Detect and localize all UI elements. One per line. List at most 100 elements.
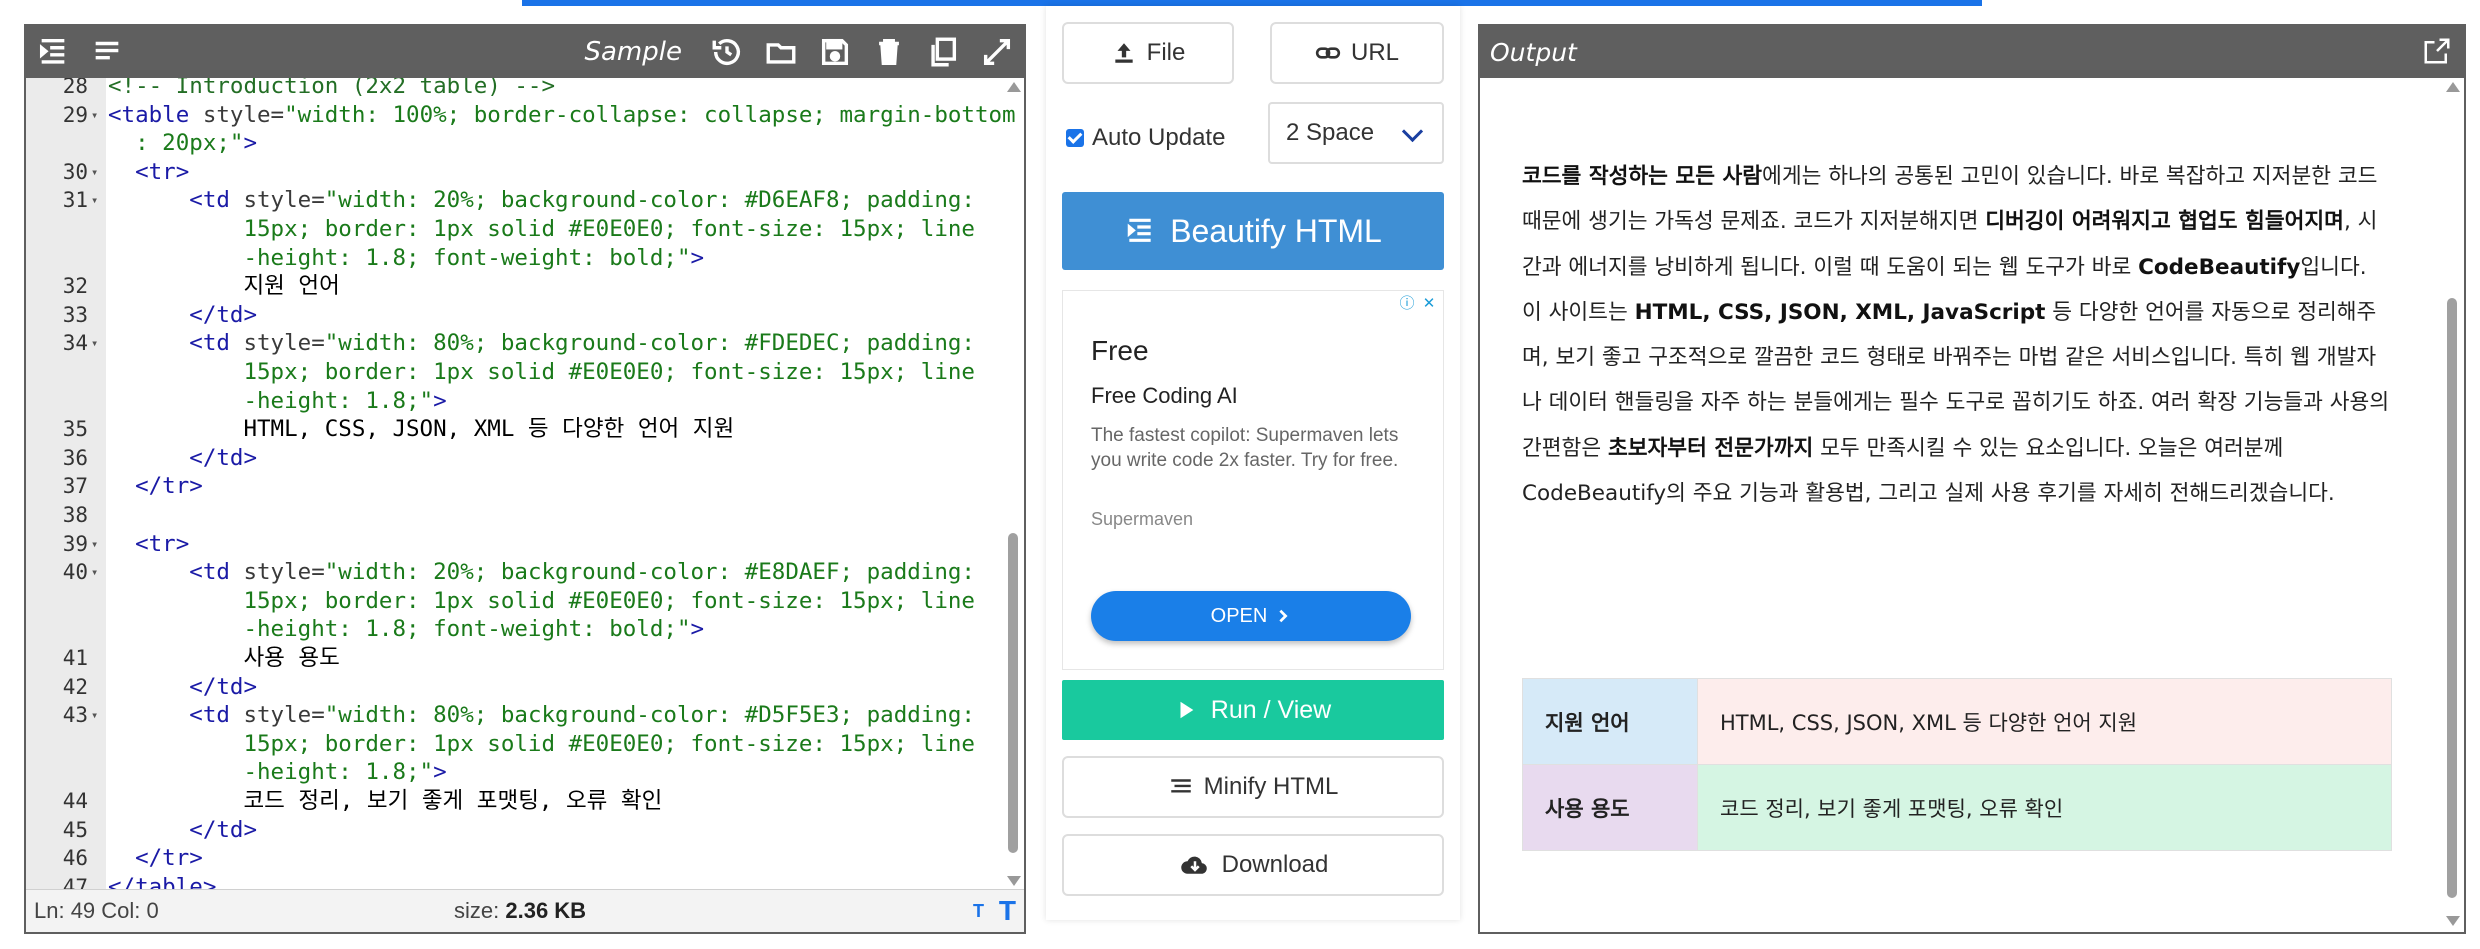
code-line[interactable]: 38 [26, 501, 1000, 530]
code-line[interactable]: 35 HTML, CSS, JSON, XML 등 다양한 언어 지원 [26, 415, 1000, 444]
scroll-up-arrow-icon[interactable] [1007, 82, 1021, 92]
upload-icon [1114, 43, 1133, 63]
code-line[interactable]: -height: 1.8;"> [26, 387, 1000, 416]
fullscreen-icon[interactable] [970, 26, 1024, 78]
code-line[interactable]: -height: 1.8;"> [26, 758, 1000, 787]
fold-arrow-icon[interactable]: ▾ [91, 558, 98, 587]
code-line[interactable]: 15px; border: 1px solid #E0E0E0; font-si… [26, 215, 1000, 244]
indent-icon[interactable] [26, 26, 80, 78]
fold-arrow-icon[interactable]: ▾ [91, 329, 98, 358]
code-line[interactable]: 15px; border: 1px solid #E0E0E0; font-si… [26, 358, 1000, 387]
code-line[interactable]: 29 ▾ <table style="width: 100%; border-col… [26, 101, 1016, 130]
code-editor-panel: Sample 28 <!-- Introduction (2x2 table) -… [24, 24, 1026, 934]
line-number: 35 [62, 417, 88, 442]
code-text: : 20px;"> [108, 130, 258, 157]
code-line[interactable]: 28 <!-- Introduction (2x2 table) --> [26, 78, 1000, 101]
code-line[interactable]: 46 </tr> [26, 844, 1000, 873]
code-text: <td style="width: 80%; background-color:… [108, 702, 975, 729]
code-line[interactable]: -height: 1.8; font-weight: bold;"> [26, 244, 1000, 273]
editor-status-bar: Ln: 49 Col: 0 size: 2.36 KB T T [26, 889, 1024, 932]
code-text: 지원 언어 [108, 273, 340, 300]
fold-arrow-icon[interactable]: ▾ [91, 530, 98, 559]
fold-arrow-icon[interactable]: ▾ [91, 158, 98, 187]
code-line[interactable]: 15px; border: 1px solid #E0E0E0; font-si… [26, 730, 1000, 759]
scroll-up-arrow-icon[interactable] [2446, 82, 2460, 92]
advertisement[interactable]: ⓘ ✕ Free Free Coding AI The fastest copi… [1062, 290, 1444, 670]
code-text: -height: 1.8; font-weight: bold;"> [108, 244, 705, 271]
code-line[interactable]: -height: 1.8; font-weight: bold;"> [26, 615, 1000, 644]
scroll-down-arrow-icon[interactable] [1007, 876, 1021, 886]
code-line[interactable]: : 20px;"> [26, 129, 1000, 158]
output-title: Output [1490, 37, 1577, 67]
code-line[interactable]: 42 </td> [26, 673, 1000, 702]
file-button[interactable]: File [1062, 22, 1234, 84]
line-number: 33 [62, 302, 88, 327]
output-scroll-thumb[interactable] [2447, 298, 2457, 898]
ad-open-button[interactable]: OPEN [1091, 591, 1411, 641]
code-line[interactable]: 15px; border: 1px solid #E0E0E0; font-si… [26, 587, 1000, 616]
output-table: 지원 언어 HTML, CSS, JSON, XML 등 다양한 언어 지원 사… [1522, 678, 2392, 851]
code-line[interactable]: 37 </tr> [26, 472, 1000, 501]
code-line[interactable]: 44 코드 정리, 보기 좋게 포맷팅, 오류 확인 [26, 787, 1000, 816]
output-panel: Output 코드를 작성하는 모든 사람에게는 하나의 공통된 고민이 있습니… [1478, 24, 2466, 934]
copy-icon[interactable] [916, 26, 970, 78]
ad-info-icon[interactable]: ⓘ [1397, 293, 1417, 313]
history-icon[interactable] [700, 26, 754, 78]
download-button[interactable]: Download [1062, 834, 1444, 896]
editor-scroll-thumb[interactable] [1008, 533, 1018, 853]
fold-arrow-icon[interactable]: ▾ [91, 101, 98, 130]
output-preview: 코드를 작성하는 모든 사람에게는 하나의 공통된 고민이 있습니다. 바로 복… [1480, 78, 2440, 932]
line-number: 31 [62, 188, 88, 213]
code-line[interactable]: 45 </td> [26, 816, 1000, 845]
code-text: 15px; border: 1px solid #E0E0E0; font-si… [108, 359, 975, 385]
auto-update-checkbox[interactable] [1066, 129, 1084, 147]
code-text: </table> [108, 873, 217, 890]
code-area[interactable]: 28 <!-- Introduction (2x2 table) --> 29 ▾ <t… [26, 78, 1024, 890]
trash-icon[interactable] [862, 26, 916, 78]
code-line[interactable]: 34 ▾ <td style="width: 80%; background-co… [26, 329, 1000, 358]
line-number: 37 [62, 474, 88, 499]
save-icon[interactable] [808, 26, 862, 78]
play-icon [1180, 701, 1194, 719]
beautify-html-button[interactable]: Beautify HTML [1062, 192, 1444, 270]
ad-title: Free [1091, 335, 1149, 366]
folder-open-icon[interactable] [754, 26, 808, 78]
output-scrollbar[interactable] [2440, 78, 2464, 932]
font-decrease-icon[interactable]: T [973, 901, 984, 922]
code-line[interactable]: 47 </table> [26, 873, 1000, 890]
table-row: 사용 용도 코드 정리, 보기 좋게 포맷팅, 오류 확인 [1522, 764, 2392, 851]
code-text: </td> [108, 673, 258, 700]
code-line[interactable]: 41 사용 용도 [26, 644, 1000, 673]
code-text: -height: 1.8;"> [108, 759, 447, 786]
editor-scrollbar[interactable] [1002, 78, 1024, 890]
line-number: 41 [62, 646, 88, 670]
menu-lines-icon[interactable] [80, 26, 134, 78]
open-external-icon[interactable] [2422, 36, 2452, 66]
auto-update-toggle[interactable]: Auto Update [1066, 124, 1225, 152]
code-line[interactable]: 43 ▾ <td style="width: 80%; background-co… [26, 701, 1000, 730]
code-line[interactable]: 30 ▾ <tr> [26, 158, 1000, 187]
url-button[interactable]: URL [1270, 22, 1444, 84]
indent-select[interactable]: 2 Space [1268, 102, 1444, 164]
code-line[interactable]: 40 ▾ <td style="width: 20%; background-co… [26, 558, 1000, 587]
ad-subtitle: Free Coding AI [1091, 383, 1238, 408]
line-number: 42 [62, 674, 88, 699]
output-header: Output [1480, 26, 2464, 78]
scroll-down-arrow-icon[interactable] [2446, 916, 2460, 926]
fold-arrow-icon[interactable]: ▾ [91, 186, 98, 215]
code-line[interactable]: 32 지원 언어 [26, 272, 1000, 301]
fold-arrow-icon[interactable]: ▾ [91, 701, 98, 730]
run-view-button[interactable]: Run / View [1062, 680, 1444, 740]
sample-button[interactable]: Sample [585, 37, 683, 67]
minify-html-button[interactable]: Minify HTML [1062, 756, 1444, 818]
code-line[interactable]: 36 </td> [26, 444, 1000, 473]
line-number: 45 [62, 817, 88, 842]
chevron-down-icon [1401, 120, 1424, 143]
code-line[interactable]: 39 ▾ <tr> [26, 530, 1000, 559]
cloud-download-icon [1180, 856, 1207, 874]
ad-brand: Supermaven [1091, 509, 1194, 529]
code-line[interactable]: 31 ▾ <td style="width: 20%; background-co… [26, 186, 1000, 215]
code-line[interactable]: 33 </td> [26, 301, 1000, 330]
font-increase-icon[interactable]: T [999, 895, 1016, 927]
ad-close-icon[interactable]: ✕ [1419, 293, 1439, 313]
